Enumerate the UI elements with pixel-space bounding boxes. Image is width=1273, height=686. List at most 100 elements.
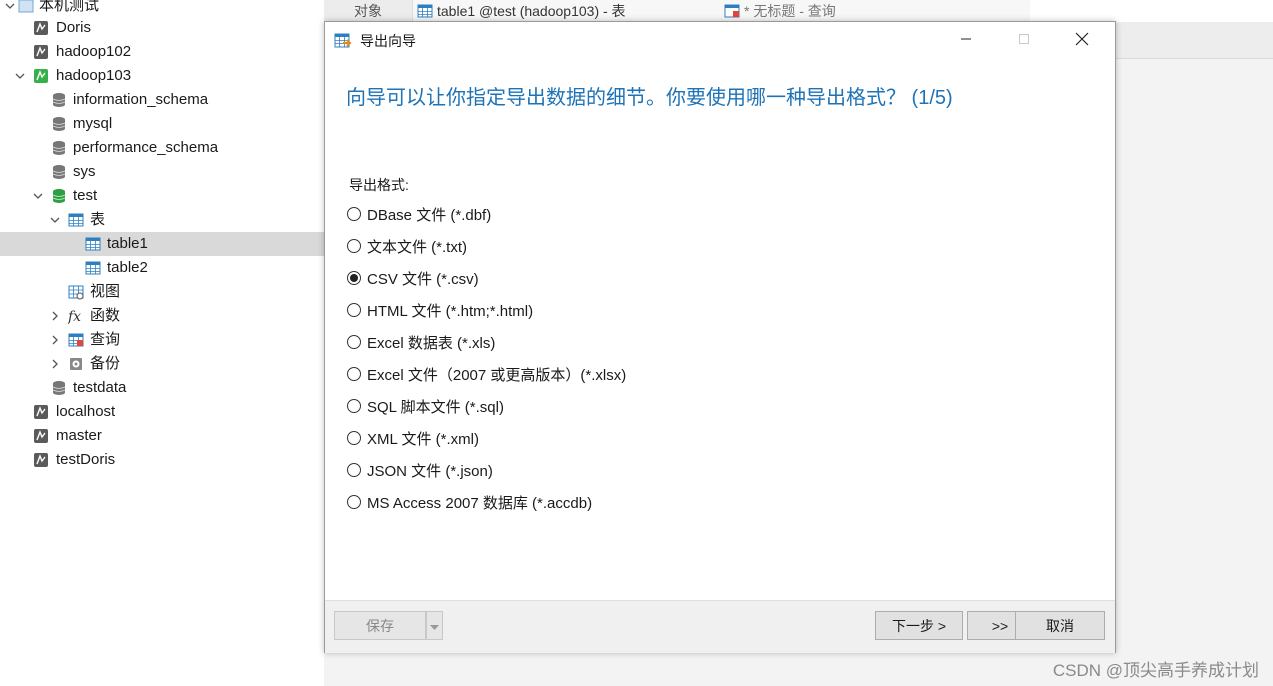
tree-item-label: table1 — [107, 235, 148, 252]
tree-item-information-schema[interactable]: information_schema — [0, 88, 324, 112]
tree-item-backups[interactable]: 备份 — [0, 352, 324, 376]
format-option-label: DBase 文件 (*.dbf) — [367, 206, 492, 224]
format-option-txt[interactable]: 文本文件 (*.txt) — [347, 235, 467, 257]
mysql-connection-active-icon — [33, 68, 49, 84]
navigation-tree: 本机测试 Doris hadoop102 hadoop103 informati… — [0, 0, 324, 686]
minimize-button[interactable] — [937, 22, 995, 60]
format-option-dbf[interactable]: DBase 文件 (*.dbf) — [347, 203, 491, 225]
save-button-label: 保存 — [366, 617, 394, 634]
radio-button[interactable] — [347, 367, 361, 381]
format-option-accdb[interactable]: MS Access 2007 数据库 (*.accdb) — [347, 491, 592, 513]
caret-down-icon — [430, 618, 439, 634]
format-option-label: JSON 文件 (*.json) — [367, 462, 493, 480]
tree-item-queries[interactable]: 查询 — [0, 328, 324, 352]
radio-button-checked[interactable] — [347, 271, 361, 285]
chevron-down-icon[interactable] — [32, 190, 44, 202]
database-icon — [51, 164, 67, 180]
tree-item-label: 查询 — [90, 331, 121, 348]
tree-item-sys[interactable]: sys — [0, 160, 324, 184]
tree-item-views[interactable]: 视图 — [0, 280, 324, 304]
format-option-label: HTML 文件 (*.htm;*.html) — [367, 302, 534, 320]
tree-item-performance-schema[interactable]: performance_schema — [0, 136, 324, 160]
chevron-down-icon[interactable] — [14, 70, 26, 82]
tree-item-label: localhost — [56, 403, 116, 420]
tree-item-label: testDoris — [56, 451, 116, 468]
format-option-html[interactable]: HTML 文件 (*.htm;*.html) — [347, 299, 533, 321]
format-option-xls[interactable]: Excel 数据表 (*.xls) — [347, 331, 495, 353]
format-option-label: XML 文件 (*.xml) — [367, 430, 479, 448]
query-icon — [68, 332, 84, 348]
toolbar-area — [1113, 22, 1273, 59]
format-option-csv[interactable]: CSV 文件 (*.csv) — [347, 267, 479, 289]
save-dropdown-button[interactable] — [426, 611, 443, 640]
tree-item-label: 视图 — [90, 283, 121, 300]
tree-item-testdoris[interactable]: testDoris — [0, 448, 324, 472]
tree-item-table1[interactable]: table1 — [0, 232, 324, 256]
radio-button[interactable] — [347, 431, 361, 445]
radio-button[interactable] — [347, 335, 361, 349]
radio-button[interactable] — [347, 239, 361, 253]
tree-item-doris[interactable]: Doris — [0, 16, 324, 40]
tab-label: table1 @test (hadoop103) - 表 — [437, 3, 626, 19]
format-option-xml[interactable]: XML 文件 (*.xml) — [347, 427, 479, 449]
chevron-right-icon[interactable] — [49, 358, 61, 370]
chevron-down-icon[interactable] — [49, 214, 61, 226]
database-icon — [51, 380, 67, 396]
tree-item-label: hadoop103 — [56, 67, 132, 84]
format-option-json[interactable]: JSON 文件 (*.json) — [347, 459, 493, 481]
tree-item-label: table2 — [107, 259, 148, 276]
tab-strip: 对象 table1 @test (hadoop103) - 表 * 无标题 - … — [324, 0, 1273, 22]
export-wizard-icon — [334, 32, 352, 50]
svg-text:fx: fx — [68, 309, 81, 324]
tree-item-functions[interactable]: fx 函数 — [0, 304, 324, 328]
mysql-connection-icon — [33, 452, 49, 468]
database-active-icon — [51, 188, 67, 204]
minimize-icon — [960, 32, 972, 50]
mysql-connection-icon — [33, 20, 49, 36]
tree-item-label: 表 — [90, 211, 106, 228]
tree-item-label: 函数 — [90, 307, 121, 324]
backup-icon — [68, 356, 84, 372]
close-button[interactable] — [1053, 22, 1111, 60]
tree-item-label: master — [56, 427, 102, 444]
tab-objects[interactable]: 对象 — [324, 0, 413, 22]
chevron-right-icon[interactable] — [49, 310, 61, 322]
cancel-button-label: 取消 — [1046, 617, 1074, 634]
tree-item-master[interactable]: master — [0, 424, 324, 448]
tree-item-testdata[interactable]: testdata — [0, 376, 324, 400]
tree-item-test[interactable]: test — [0, 184, 324, 208]
tree-item-table2[interactable]: table2 — [0, 256, 324, 280]
save-button[interactable]: 保存 — [334, 611, 426, 640]
tree-item-label: test — [73, 187, 98, 204]
table-group-icon — [68, 212, 84, 228]
next-button[interactable]: 下一步 > — [875, 611, 963, 640]
format-option-sql[interactable]: SQL 脚本文件 (*.sql) — [347, 395, 504, 417]
format-option-label: 文本文件 (*.txt) — [367, 238, 467, 256]
radio-button[interactable] — [347, 303, 361, 317]
tree-item-hadoop102[interactable]: hadoop102 — [0, 40, 324, 64]
tree-item-localhost[interactable]: localhost — [0, 400, 324, 424]
next-button-label: 下一步 > — [891, 617, 947, 634]
tab-untitled-query[interactable]: * 无标题 - 查询 — [720, 0, 1030, 22]
format-option-label: MS Access 2007 数据库 (*.accdb) — [367, 494, 593, 512]
database-icon — [51, 92, 67, 108]
format-option-label: SQL 脚本文件 (*.sql) — [367, 398, 504, 416]
chevron-right-icon[interactable] — [49, 334, 61, 346]
tree-item-mysql[interactable]: mysql — [0, 112, 324, 136]
tab-table1[interactable]: table1 @test (hadoop103) - 表 — [413, 0, 724, 22]
radio-button[interactable] — [347, 207, 361, 221]
radio-button[interactable] — [347, 463, 361, 477]
radio-button[interactable] — [347, 399, 361, 413]
dialog-titlebar[interactable]: 导出向导 — [325, 22, 1115, 60]
tree-item-tables[interactable]: 表 — [0, 208, 324, 232]
radio-button[interactable] — [347, 495, 361, 509]
tree-item-label: sys — [73, 163, 96, 180]
format-option-xlsx[interactable]: Excel 文件（2007 或更高版本）(*.xlsx) — [347, 363, 626, 385]
tree-item-hadoop103[interactable]: hadoop103 — [0, 64, 324, 88]
chevron-down-icon[interactable] — [4, 0, 16, 12]
format-option-label: CSV 文件 (*.csv) — [367, 270, 479, 288]
cancel-button[interactable]: 取消 — [1015, 611, 1105, 640]
maximize-icon — [1018, 32, 1030, 50]
maximize-button[interactable] — [995, 22, 1053, 60]
export-format-label: 导出格式: — [349, 177, 409, 193]
